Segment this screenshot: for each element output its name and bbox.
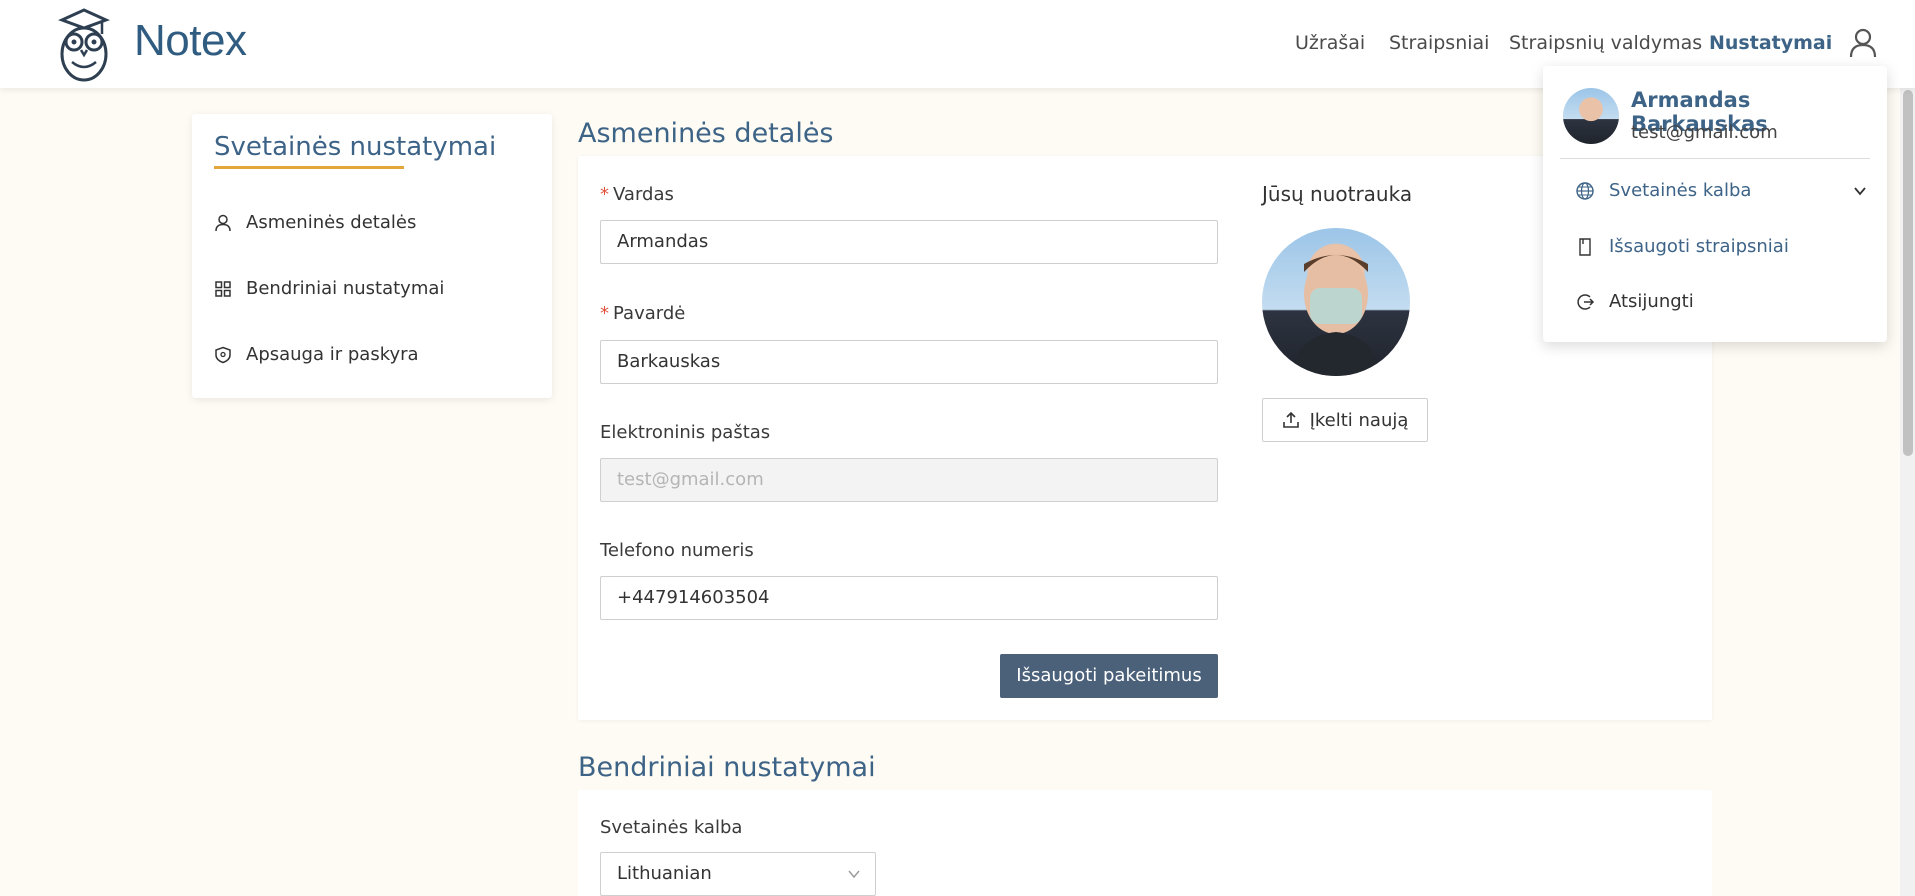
divider (1560, 158, 1870, 159)
owl-logo-icon[interactable] (56, 6, 112, 82)
settings-sidebar: Svetainės nustatymai Asmeninės detalės B… (192, 114, 552, 398)
phone-label: Telefono numeris (600, 540, 754, 561)
bookmark-icon (1579, 237, 1591, 256)
required-marker: * (600, 303, 609, 324)
menu-item-logout[interactable]: Atsijungti (1575, 291, 1694, 312)
last-name-input[interactable]: Barkauskas (600, 340, 1218, 384)
logout-icon (1577, 293, 1595, 310)
last-name-label: * Pavardė (600, 303, 685, 324)
save-changes-button[interactable]: Išsaugoti pakeitimus (1000, 654, 1218, 698)
user-email: test@gmail.com (1631, 122, 1778, 143)
menu-item-label: Atsijungti (1609, 291, 1694, 312)
sidebar-title: Svetainės nustatymai (214, 132, 497, 162)
globe-icon (1576, 181, 1594, 200)
email-field: test@gmail.com (600, 458, 1218, 502)
sidebar-item-label: Bendriniai nustatymai (246, 278, 445, 299)
upload-new-button[interactable]: Įkelti naują (1262, 398, 1428, 442)
language-select-value: Lithuanian (617, 863, 712, 884)
menu-item-label: Svetainės kalba (1609, 180, 1752, 201)
profile-photo (1262, 228, 1410, 376)
nav-notes[interactable]: Užrašai (1295, 32, 1365, 54)
sidebar-item-security-account[interactable]: Apsauga ir paskyra (214, 344, 419, 365)
menu-item-label: Išsaugoti straipsniai (1609, 236, 1789, 257)
title-underline (214, 166, 404, 169)
phone-input[interactable]: +447914603504 (600, 576, 1218, 620)
user-icon (215, 214, 231, 231)
first-name-label: * Vardas (600, 184, 674, 205)
shield-icon (215, 346, 231, 363)
language-select[interactable]: Lithuanian (600, 852, 876, 896)
sidebar-item-label: Asmeninės detalės (246, 212, 417, 233)
language-label: Svetainės kalba (600, 817, 743, 838)
masked-face-image (1292, 254, 1380, 376)
last-name-label-text: Pavardė (613, 303, 686, 324)
grid-icon (215, 280, 231, 297)
menu-item-saved-articles[interactable]: Išsaugoti straipsniai (1575, 236, 1789, 257)
sidebar-item-label: Apsauga ir paskyra (246, 344, 419, 365)
sidebar-item-general-settings[interactable]: Bendriniai nustatymai (214, 278, 444, 299)
menu-item-site-language[interactable]: Svetainės kalba (1575, 180, 1866, 201)
photo-label: Jūsų nuotrauka (1262, 182, 1413, 206)
brand-name[interactable]: Notex (134, 16, 247, 66)
first-name-input[interactable]: Armandas (600, 220, 1218, 264)
user-menu-icon[interactable] (1849, 28, 1877, 58)
email-label: Elektroninis paštas (600, 422, 771, 443)
required-marker: * (600, 184, 609, 205)
avatar (1563, 88, 1619, 144)
first-name-label-text: Vardas (613, 184, 674, 205)
upload-new-label: Įkelti naują (1309, 409, 1409, 431)
scrollbar-thumb[interactable] (1903, 90, 1913, 456)
user-dropdown-menu: Armandas Barkauskas test@gmail.com Sveta… (1543, 66, 1887, 342)
nav-settings[interactable]: Nustatymai (1709, 32, 1832, 54)
chevron-down-icon (1854, 187, 1866, 196)
nav-articles[interactable]: Straipsniai (1389, 32, 1489, 54)
sidebar-item-personal-details[interactable]: Asmeninės detalės (214, 212, 416, 233)
nav-article-management[interactable]: Straipsnių valdymas (1509, 32, 1702, 54)
chevron-down-icon (848, 870, 860, 879)
personal-details-heading: Asmeninės detalės (578, 118, 834, 149)
upload-icon (1282, 411, 1299, 428)
general-settings-heading: Bendriniai nustatymai (578, 752, 876, 783)
